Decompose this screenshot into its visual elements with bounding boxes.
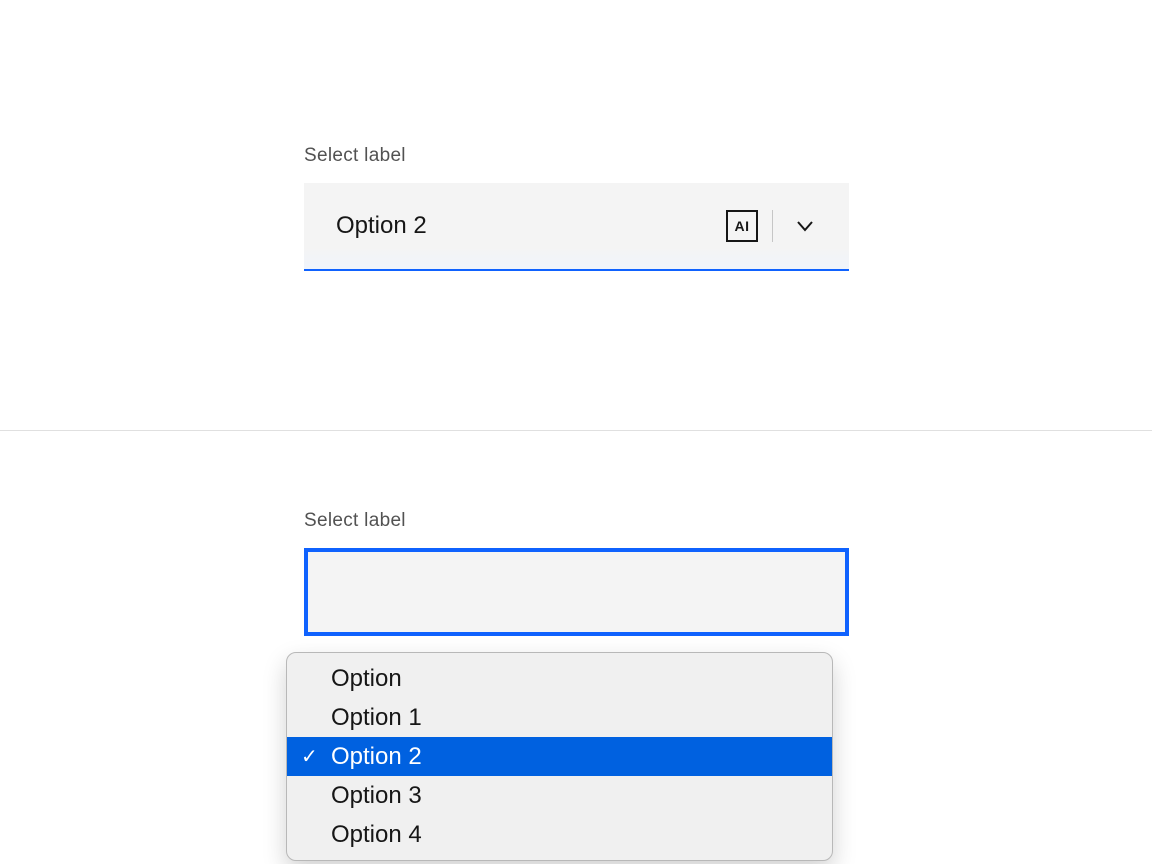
option-label: Option xyxy=(331,665,402,693)
select-wrapper-open: Select label ✓ Option ✓ Option 1 ✓ Optio… xyxy=(304,510,849,636)
option-label: Option 4 xyxy=(331,821,422,849)
select-open-section: Select label ✓ Option ✓ Option 1 ✓ Optio… xyxy=(0,431,1152,864)
select-dropdown-menu: ✓ Option ✓ Option 1 ✓ Option 2 ✓ Option … xyxy=(286,652,833,861)
select-wrapper-closed: Select label Option 2 AI xyxy=(304,145,849,271)
select-input[interactable]: Option 2 AI xyxy=(304,183,849,271)
select-closed-section: Select label Option 2 AI xyxy=(0,0,1152,430)
select-option[interactable]: ✓ Option xyxy=(287,659,832,698)
select-label: Select label xyxy=(304,145,849,167)
select-option[interactable]: ✓ Option 3 xyxy=(287,776,832,815)
ai-badge-icon: AI xyxy=(726,210,758,242)
chevron-down-icon xyxy=(793,214,817,238)
select-option-selected[interactable]: ✓ Option 2 xyxy=(287,737,832,776)
option-label: Option 3 xyxy=(331,782,422,810)
option-label: Option 2 xyxy=(331,743,422,771)
select-input-focused[interactable] xyxy=(304,548,849,636)
select-option[interactable]: ✓ Option 1 xyxy=(287,698,832,737)
select-label: Select label xyxy=(304,510,849,532)
select-option[interactable]: ✓ Option 4 xyxy=(287,815,832,854)
select-value: Option 2 xyxy=(336,212,726,240)
checkmark-icon: ✓ xyxy=(301,744,331,769)
option-label: Option 1 xyxy=(331,704,422,732)
divider-vertical xyxy=(772,210,773,242)
